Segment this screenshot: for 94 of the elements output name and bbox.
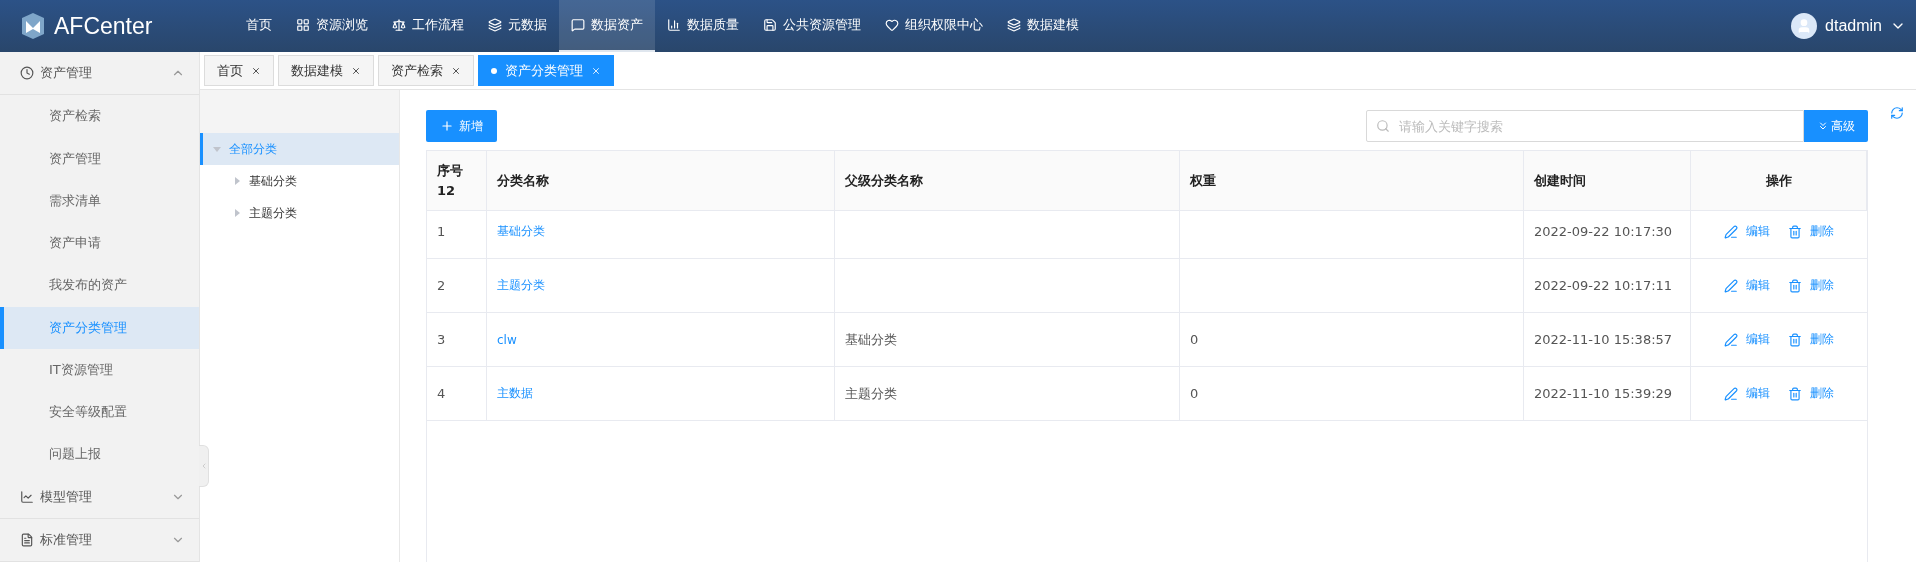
edit-link[interactable]: 编辑 <box>1724 385 1770 402</box>
delete-link[interactable]: 删除 <box>1788 223 1834 240</box>
nav-item[interactable]: 数据资产 <box>559 0 655 52</box>
close-icon[interactable] <box>351 65 361 76</box>
table-cell: 4 <box>437 386 446 401</box>
close-icon[interactable] <box>251 65 261 76</box>
nav-item[interactable]: 组织权限中心 <box>873 0 995 52</box>
chat-icon <box>571 18 585 32</box>
menu-item[interactable]: 资产申请 <box>0 222 199 265</box>
nav-item[interactable]: 公共资源管理 <box>751 0 873 52</box>
user-name[interactable]: dtadmin <box>1825 17 1882 35</box>
caret-right-icon <box>233 177 241 185</box>
delete-link[interactable]: 删除 <box>1788 277 1834 294</box>
scale-icon <box>392 18 406 32</box>
nav-item[interactable]: 首页 <box>234 0 284 52</box>
advanced-button[interactable]: 高级 <box>1804 110 1868 142</box>
avatar-icon[interactable] <box>1791 13 1818 39</box>
pen-icon <box>1724 278 1738 293</box>
chart-icon <box>20 489 34 504</box>
category-link[interactable]: 主题分类 <box>497 277 545 294</box>
layers-icon <box>1007 18 1021 32</box>
menu-group[interactable]: 模型管理 <box>0 475 199 519</box>
trash-icon <box>1788 386 1802 401</box>
pen-icon <box>1724 332 1738 347</box>
table-cell: 3 <box>437 332 446 347</box>
add-button[interactable]: 新增 <box>426 110 497 142</box>
chart-icon <box>667 18 681 32</box>
menu-item[interactable]: 我发布的资产 <box>0 264 199 307</box>
nav-item[interactable]: 工作流程 <box>380 0 476 52</box>
page-tab[interactable]: 资产检索 <box>378 55 474 86</box>
grid-icon <box>296 18 310 32</box>
menu-item[interactable]: 安全等级配置 <box>0 391 199 434</box>
nav-item[interactable]: 资源浏览 <box>284 0 380 52</box>
app-logo-text: AFCenter <box>54 12 153 40</box>
table-cell: 主题分类 <box>845 384 897 403</box>
clock-icon <box>20 66 34 81</box>
column-header: 操作 <box>1765 171 1792 190</box>
tree-node[interactable]: 主题分类 <box>200 197 399 229</box>
caret-right-icon <box>233 209 241 217</box>
tree-node[interactable]: 基础分类 <box>200 165 399 197</box>
delete-link[interactable]: 删除 <box>1788 331 1834 348</box>
nav-item[interactable]: 数据质量 <box>655 0 751 52</box>
category-link[interactable]: clw <box>497 332 517 347</box>
edit-link[interactable]: 编辑 <box>1724 223 1770 240</box>
table-cell: 2022-09-22 10:17:11 <box>1534 278 1673 293</box>
chevrons-down-icon <box>1817 120 1829 132</box>
table-cell: 2 <box>437 278 446 293</box>
column-header: 创建时间 <box>1534 171 1587 190</box>
close-icon[interactable] <box>451 65 461 76</box>
page-tab[interactable]: 首页 <box>204 55 274 86</box>
category-link[interactable]: 基础分类 <box>497 223 545 240</box>
layers-icon <box>488 18 502 32</box>
table-cell: 基础分类 <box>845 330 897 349</box>
delete-link[interactable]: 删除 <box>1788 385 1834 402</box>
table-cell: 2022-11-10 15:38:57 <box>1534 332 1673 347</box>
nav-item[interactable]: 数据建模 <box>995 0 1091 52</box>
pen-icon <box>1724 224 1738 239</box>
trash-icon <box>1788 224 1802 239</box>
column-header: 父级分类名称 <box>845 171 924 190</box>
trash-icon <box>1788 278 1802 293</box>
menu-item[interactable]: 资产管理 <box>0 137 199 180</box>
logo-icon <box>20 12 46 40</box>
table-cell: 0 <box>1190 386 1199 401</box>
column-header: 分类名称 <box>497 171 550 190</box>
table-cell: 1 <box>437 224 446 239</box>
pen-icon <box>1724 386 1738 401</box>
menu-group[interactable]: 资产管理 <box>0 52 199 96</box>
search-field[interactable]: 请输入关键字搜索 <box>1366 110 1804 142</box>
menu-item[interactable]: IT资源管理 <box>0 348 199 391</box>
column-header: 权重 <box>1190 171 1217 190</box>
document-icon <box>20 532 34 547</box>
heart-icon <box>885 18 899 32</box>
page-tab[interactable]: 数据建模 <box>278 55 374 86</box>
menu-item[interactable]: 需求清单 <box>0 179 199 222</box>
category-link[interactable]: 主数据 <box>497 385 533 402</box>
dot-icon <box>491 67 497 74</box>
row-count: 12 <box>437 181 457 200</box>
plus-icon <box>440 119 454 133</box>
save-icon <box>763 18 777 32</box>
column-header: 序号 <box>437 161 464 180</box>
table-cell: 0 <box>1190 332 1199 347</box>
nav-item[interactable]: 元数据 <box>476 0 559 52</box>
menu-group[interactable]: 标准管理 <box>0 518 199 562</box>
edit-link[interactable]: 编辑 <box>1724 277 1770 294</box>
trash-icon <box>1788 332 1802 347</box>
collapse-handle[interactable] <box>199 445 209 487</box>
refresh-icon[interactable] <box>1890 106 1904 120</box>
edit-link[interactable]: 编辑 <box>1724 331 1770 348</box>
table-cell: 2022-11-10 15:39:29 <box>1534 386 1673 401</box>
menu-item[interactable]: 问题上报 <box>0 433 199 476</box>
caret-down-icon <box>213 145 221 153</box>
page-tab[interactable]: 资产分类管理 <box>478 55 614 86</box>
table-cell: 2022-09-22 10:17:30 <box>1534 224 1673 239</box>
menu-item[interactable]: 资产检索 <box>0 95 199 138</box>
